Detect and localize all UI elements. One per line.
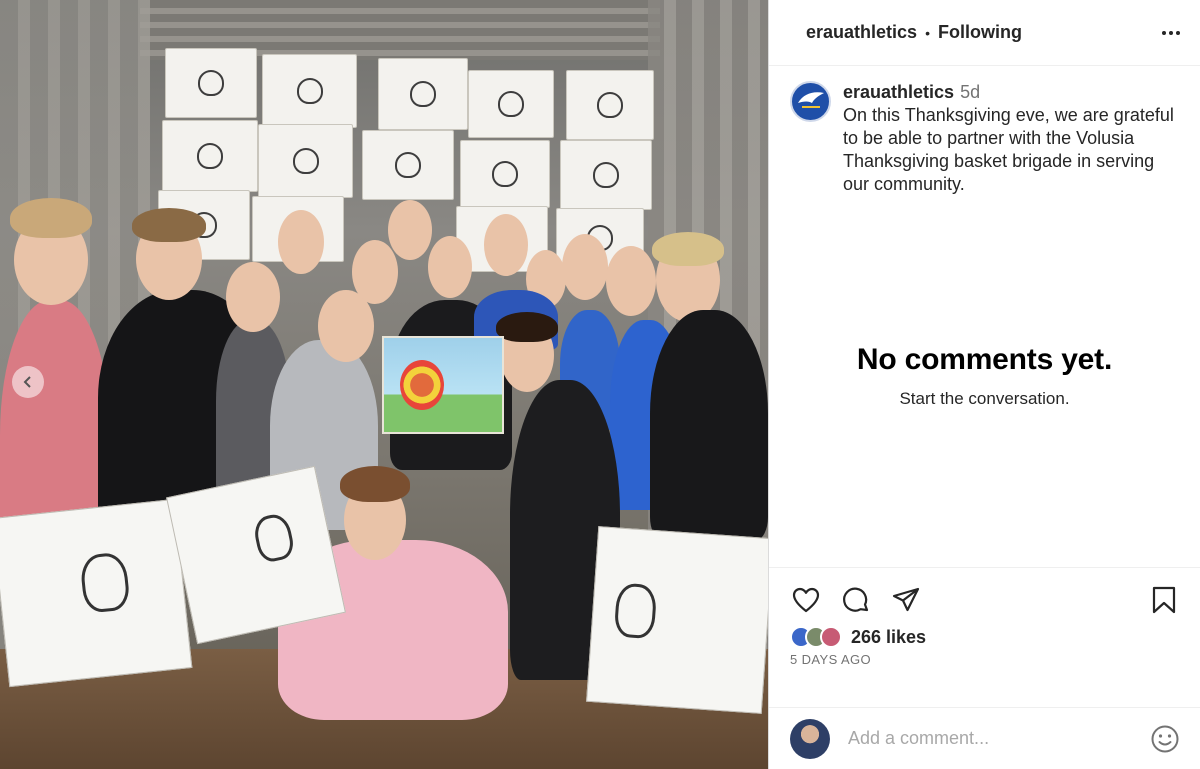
empty-title: No comments yet. xyxy=(856,342,1113,376)
like-button[interactable] xyxy=(790,584,822,616)
header-separator: • xyxy=(925,24,930,41)
person-head xyxy=(388,200,432,260)
following-button[interactable]: Following xyxy=(938,22,1022,43)
held-box xyxy=(0,498,193,688)
person-head xyxy=(352,240,398,304)
comments-empty-state: No comments yet. Start the conversation. xyxy=(769,184,1200,567)
more-options-button[interactable] xyxy=(1162,30,1180,35)
person-head xyxy=(484,214,528,276)
liker-avatar xyxy=(820,626,842,648)
liker-avatars[interactable] xyxy=(790,626,842,648)
person-hair xyxy=(132,208,206,242)
empty-subtitle: Start the conversation. xyxy=(899,388,1070,408)
person-hair xyxy=(340,466,410,502)
caption-time[interactable]: 5d xyxy=(960,82,980,102)
photo-box xyxy=(566,70,654,140)
post-sidebar: erauathletics • Following erauathletics 5… xyxy=(768,0,1200,769)
turkey-poster xyxy=(382,336,504,434)
person-head xyxy=(278,210,324,274)
likes-count[interactable]: 266 likes xyxy=(851,627,926,648)
post-photo[interactable] xyxy=(0,0,768,769)
eagle-logo-icon xyxy=(798,92,824,108)
held-box xyxy=(586,526,768,714)
comment-button[interactable] xyxy=(840,584,872,616)
share-button[interactable] xyxy=(890,584,922,616)
photo-box xyxy=(362,130,454,200)
held-box xyxy=(166,465,346,645)
photo-box xyxy=(460,140,550,208)
comment-composer xyxy=(769,707,1200,769)
post-date[interactable]: 5 DAYS AGO xyxy=(790,652,1180,667)
header-username[interactable]: erauathletics xyxy=(806,22,917,43)
person-head xyxy=(562,234,608,300)
likes-row: 266 likes xyxy=(790,626,1180,648)
bookmark-icon xyxy=(1152,586,1176,614)
person-head xyxy=(226,262,280,332)
post-header: erauathletics • Following xyxy=(769,0,1200,66)
heart-icon xyxy=(792,587,820,613)
save-button[interactable] xyxy=(1148,584,1180,616)
action-icons-row xyxy=(790,584,1180,616)
current-user-avatar xyxy=(790,718,830,759)
post-actions: 266 likes 5 DAYS AGO xyxy=(769,567,1200,707)
post-caption: erauathletics 5d On this Thanksgiving eve… xyxy=(769,66,1200,196)
photo-box xyxy=(258,124,353,198)
share-icon xyxy=(892,587,920,612)
photo-box xyxy=(262,54,357,128)
caption-username[interactable]: erauathletics xyxy=(843,82,954,102)
photo-box xyxy=(560,140,652,210)
photo-prev-button[interactable] xyxy=(12,366,44,398)
photo-box xyxy=(378,58,468,130)
person-hair xyxy=(10,198,92,238)
photo-box xyxy=(162,120,258,192)
caption-text: On this Thanksgiving eve, we are gratefu… xyxy=(843,105,1174,194)
person-hair xyxy=(652,232,724,266)
comment-input[interactable] xyxy=(848,728,1150,749)
chevron-left-icon xyxy=(23,376,31,388)
person-head xyxy=(428,236,472,298)
comment-icon xyxy=(843,587,869,612)
emoji-icon[interactable] xyxy=(1150,724,1180,754)
person xyxy=(650,310,768,540)
photo-box xyxy=(165,48,257,118)
caption-body: erauathletics 5d On this Thanksgiving eve… xyxy=(843,81,1180,196)
person-hair xyxy=(496,312,558,342)
person-head xyxy=(606,246,656,316)
author-avatar[interactable] xyxy=(790,81,831,122)
more-horizontal-icon xyxy=(1162,30,1180,35)
instagram-post: erauathletics • Following erauathletics 5… xyxy=(0,0,1200,769)
photo-box xyxy=(468,70,554,138)
